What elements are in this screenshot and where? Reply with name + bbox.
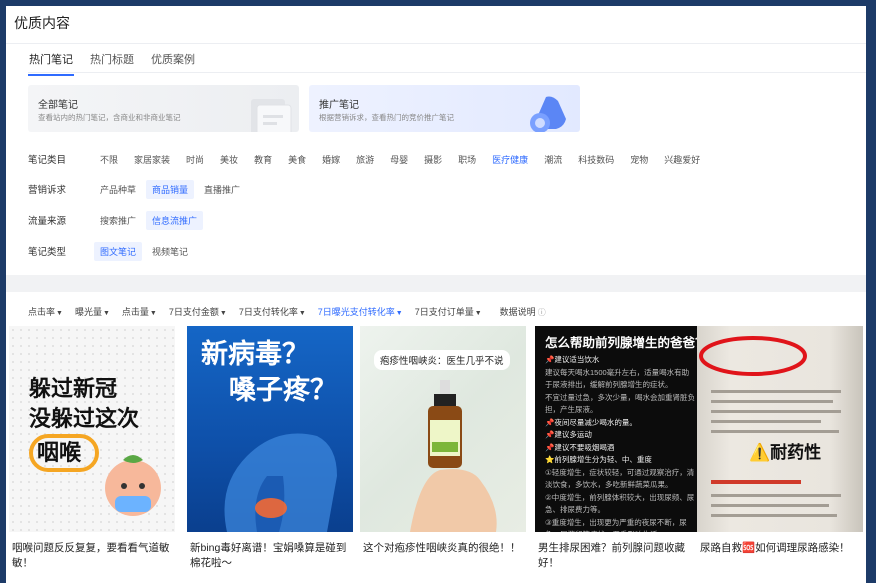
note-image: 躲过新冠 没躲过这次 咽喉 xyxy=(9,326,175,532)
note-image: 新病毒？ 嗓子疼？ xyxy=(187,326,353,532)
caret-down-icon: ▼ xyxy=(474,310,482,317)
category-option[interactable]: 时尚 xyxy=(180,150,210,169)
image-body-text: 📌建议适当饮水 建议每天喝水1500毫升左右，适量喝水有助于尿液排出，缓解前列腺… xyxy=(545,355,695,532)
category-option[interactable]: 摄影 xyxy=(418,150,448,169)
traffic-filter: 流量来源 搜索推广 信息流推广 xyxy=(28,210,207,230)
category-option[interactable]: 不限 xyxy=(94,150,124,169)
sort-clicks[interactable]: 点击量▼ xyxy=(122,305,157,318)
card-title: 推广笔记 xyxy=(319,100,359,111)
sort-ctr[interactable]: 点击率▼ xyxy=(28,305,63,318)
traffic-option-selected[interactable]: 信息流推广 xyxy=(146,210,204,230)
divider xyxy=(6,43,866,44)
note-card[interactable]: 新病毒？ 嗓子疼？ 新bing毒好离谱！宝娟嗓算是碰到棉花啦～ xyxy=(187,326,353,571)
sort-7d-payment[interactable]: 7日支付金额▼ xyxy=(169,305,227,318)
card-title: 全部笔记 xyxy=(38,100,78,111)
sort-impressions[interactable]: 曝光量▼ xyxy=(75,305,110,318)
category-option-medical[interactable]: 医疗健康 xyxy=(486,150,534,169)
category-option[interactable]: 科技数码 xyxy=(572,150,620,169)
note-type-option-selected[interactable]: 图文笔记 xyxy=(94,241,143,261)
card-desc: 查看站内的热门笔记，含商业和非商业笔记 xyxy=(38,113,181,122)
throat-profile-illustration xyxy=(224,433,337,532)
category-option[interactable]: 婚嫁 xyxy=(316,150,346,169)
category-filter: 笔记类目 不限 家居家装 时尚 美妆 教育 美食 婚嫁 旅游 母婴 摄影 职场 … xyxy=(28,149,710,169)
megaphone-icon xyxy=(530,96,566,132)
caret-down-icon: ▼ xyxy=(149,310,157,317)
filter-label: 笔记类目 xyxy=(28,155,67,166)
marketing-option-selected[interactable]: 商品销量 xyxy=(146,179,195,199)
cartoon-peach-icon xyxy=(105,455,161,516)
category-option[interactable]: 美食 xyxy=(282,150,312,169)
note-image: 怎么帮助前列腺增生的爸爸？ 📌建议适当饮水 建议每天喝水1500毫升左右，适量喝… xyxy=(535,326,701,532)
marketing-filter: 营销诉求 产品种草 商品销量 直播推广 xyxy=(28,179,250,199)
sort-bar: 点击率▼ 曝光量▼ 点击量▼ 7日支付金额▼ 7日支付转化率▼ 7日曝光支付转化… xyxy=(28,305,558,318)
document-illustration-icon xyxy=(251,99,292,132)
note-title: 尿路自救🆘如何调理尿路感染！ xyxy=(700,542,850,554)
section-separator xyxy=(6,275,866,292)
filter-label: 营销诉求 xyxy=(28,185,67,196)
note-title: 新bing毒好离谱！宝娟嗓算是碰到棉花啦～ xyxy=(190,542,347,569)
note-title: 这个对疱疹性咽峡炎真的很绝！！ xyxy=(363,542,521,554)
note-card[interactable]: 躲过新冠 没躲过这次 咽喉 咽喉问题反反复复，要看看气道敏敏！ xyxy=(9,326,175,571)
data-info-link[interactable]: 数据说明 ⓘ xyxy=(500,305,546,318)
category-option[interactable]: 旅游 xyxy=(350,150,380,169)
note-image: 疱疹性咽峡炎：医生几乎不说 xyxy=(360,326,526,532)
caret-down-icon: ▼ xyxy=(298,310,306,317)
note-card[interactable]: 怎么帮助前列腺增生的爸爸？ 📌建议适当饮水 建议每天喝水1500毫升左右，适量喝… xyxy=(535,326,701,571)
category-option[interactable]: 美妆 xyxy=(214,150,244,169)
note-title: 咽喉问题反反复复，要看看气道敏敏！ xyxy=(12,542,170,569)
category-option[interactable]: 职场 xyxy=(452,150,482,169)
note-card[interactable]: 疱疹性咽峡炎：医生几乎不说 这个对疱疹性咽峡炎真的很绝！！ xyxy=(360,326,526,571)
note-type-filter: 笔记类型 图文笔记 视频笔记 xyxy=(28,241,198,261)
card-desc: 根据营销诉求，查看热门的竞价推广笔记 xyxy=(319,113,454,122)
content-panel: 优质内容 热门笔记 热门标题 优质案例 全部笔记 查看站内的热门笔记，含商业和非… xyxy=(6,6,866,583)
category-option[interactable]: 潮流 xyxy=(538,150,568,169)
category-option[interactable]: 母婴 xyxy=(384,150,414,169)
image-text: 新病毒？ xyxy=(201,339,309,369)
marketing-option[interactable]: 直播推广 xyxy=(198,180,246,199)
page-title: 优质内容 xyxy=(14,15,70,31)
category-option[interactable]: 家居家装 xyxy=(128,150,176,169)
caret-down-icon: ▼ xyxy=(219,310,227,317)
sort-7d-impression-conversion[interactable]: 7日曝光支付转化率▼ xyxy=(318,305,403,318)
note-image: ⚠️耐药性 xyxy=(697,326,863,532)
sort-7d-conversion[interactable]: 7日支付转化率▼ xyxy=(239,305,306,318)
divider xyxy=(28,72,866,73)
marketing-option[interactable]: 产品种草 xyxy=(94,180,142,199)
note-type-option[interactable]: 视频笔记 xyxy=(146,242,194,261)
filter-label: 流量来源 xyxy=(28,216,67,227)
all-notes-card[interactable]: 全部笔记 查看站内的热门笔记，含商业和非商业笔记 xyxy=(28,85,299,132)
image-text: ⚠️耐药性 xyxy=(749,443,822,462)
sort-7d-orders[interactable]: 7日支付订单量▼ xyxy=(415,305,482,318)
note-title: 男生排尿困难？前列腺问题收藏好！ xyxy=(538,542,685,569)
image-text: 疱疹性咽峡炎：医生几乎不说 xyxy=(374,350,510,370)
note-card[interactable]: ⚠️耐药性 尿路自救🆘如何调理尿路感染！ xyxy=(697,326,863,571)
filter-label: 笔记类型 xyxy=(28,247,67,258)
caret-down-icon: ▼ xyxy=(395,310,403,317)
spray-bottle-in-hand xyxy=(410,380,497,532)
category-option[interactable]: 宠物 xyxy=(624,150,654,169)
category-option[interactable]: 兴趣爱好 xyxy=(658,150,706,169)
book-page-illustration xyxy=(699,336,841,517)
image-text: 怎么帮助前列腺增生的爸爸？ xyxy=(545,336,701,350)
category-option[interactable]: 教育 xyxy=(248,150,278,169)
promo-notes-card[interactable]: 推广笔记 根据营销诉求，查看热门的竞价推广笔记 xyxy=(309,85,580,132)
info-icon: ⓘ xyxy=(537,308,546,317)
caret-down-icon: ▼ xyxy=(56,310,63,317)
caret-down-icon: ▼ xyxy=(102,310,110,317)
traffic-option[interactable]: 搜索推广 xyxy=(94,211,142,230)
